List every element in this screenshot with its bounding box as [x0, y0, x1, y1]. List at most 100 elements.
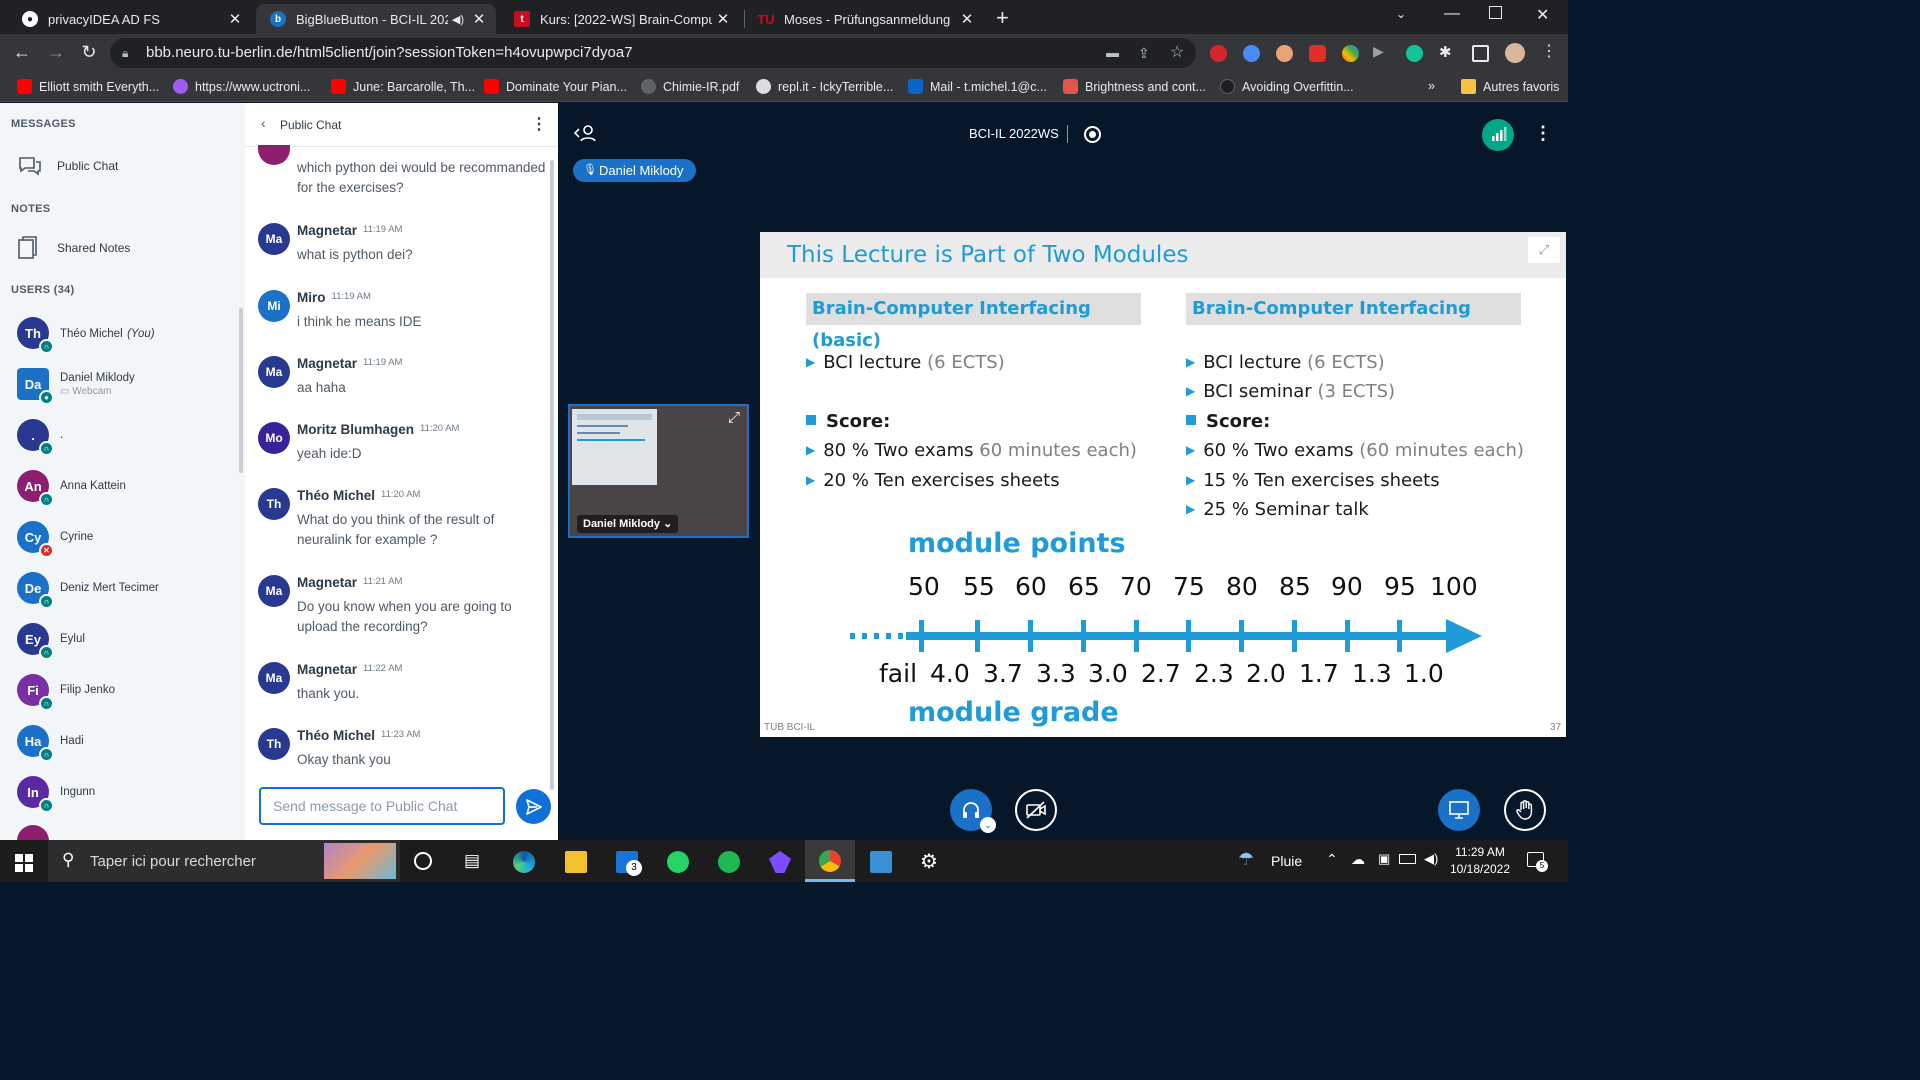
user-list-item[interactable]: In ∩ Ingunn [0, 768, 240, 816]
shared-notes-link[interactable]: Shared Notes [17, 234, 237, 262]
user-list-item[interactable]: De ∩ Deniz Mert Tecimer [0, 564, 240, 612]
tab-moses[interactable]: TU Moses - Prüfungsanmeldung ✕ [744, 4, 984, 34]
browser-menu-icon[interactable]: ⋮ [1541, 41, 1558, 60]
close-tab-icon[interactable]: ✕ [956, 10, 978, 28]
bookmark-item[interactable]: June: Barcarolle, Th... [331, 79, 475, 94]
extensions-puzzle-icon[interactable]: ✱ [1439, 43, 1456, 61]
adblock-icon[interactable] [1210, 45, 1227, 62]
new-tab-button[interactable]: + [996, 5, 1009, 31]
reload-icon[interactable]: ↻ [77, 42, 101, 63]
bookmark-item[interactable]: Avoiding Overfittin... [1220, 79, 1354, 94]
message-time: 11:23 AM [381, 729, 421, 740]
bookmark-item[interactable]: repl.it - IckyTerrible... [756, 79, 893, 94]
audio-headphones-button[interactable]: ⌄ [950, 789, 996, 833]
mail-icon[interactable]: 3 [616, 851, 642, 876]
close-tab-icon[interactable]: ✕ [224, 10, 246, 28]
profile-avatar[interactable] [1505, 43, 1525, 63]
bookmark-item[interactable]: Mail - t.michel.1@c... [908, 79, 1047, 94]
chrome-taskbar-button[interactable] [805, 840, 855, 882]
user-list-item[interactable]: . ∩ . [0, 411, 240, 459]
bookmark-item[interactable]: Brightness and cont... [1063, 79, 1206, 94]
tab-kurs[interactable]: t Kurs: [2022-WS] Brain-Computer ✕ [500, 4, 740, 34]
forward-icon[interactable]: → [44, 42, 68, 63]
webcam-toggle-button[interactable] [1015, 789, 1057, 831]
fullscreen-slide-button[interactable]: ⤢ [1528, 237, 1560, 263]
cortana-icon[interactable] [414, 852, 432, 870]
share-icon[interactable]: ⇪ [1138, 38, 1150, 68]
user-list-item[interactable]: Fi ∩ Filip Jenko [0, 666, 240, 714]
chevron-down-icon[interactable]: ⌄ [980, 817, 996, 833]
back-icon[interactable]: ← [10, 42, 34, 63]
close-window-icon[interactable]: ✕ [1536, 5, 1549, 25]
file-explorer-icon[interactable] [565, 851, 587, 873]
grammarly-icon[interactable] [1406, 45, 1423, 62]
user-list-item[interactable]: Da ● Daniel Miklody ▭ Webcam [0, 360, 240, 408]
send-message-button[interactable] [516, 789, 551, 824]
battery-icon[interactable] [1399, 854, 1416, 864]
edge-icon[interactable] [513, 851, 535, 873]
weather-label[interactable]: Pluie [1271, 853, 1302, 869]
user-list-item[interactable]: Ey ∩ Eylul [0, 615, 240, 663]
tab-bigbluebutton[interactable]: b BigBlueButton - BCI-IL 2022W ◀) ✕ [256, 4, 496, 34]
user-list-item[interactable]: Ha ∩ Hadi [0, 717, 240, 765]
windows-start-icon[interactable] [15, 854, 33, 877]
maximize-icon[interactable] [1489, 6, 1502, 19]
minimize-icon[interactable]: — [1444, 5, 1460, 23]
extension-icon[interactable] [1243, 45, 1260, 62]
fullscreen-icon[interactable]: ⤢ [728, 409, 740, 426]
talking-indicator[interactable]: 🎙︎ Daniel Miklody [573, 159, 696, 182]
chevron-left-icon[interactable]: ‹ [261, 115, 266, 131]
tab-privacyidea[interactable]: ● privacyIDEA AD FS ✕ [8, 4, 252, 34]
recording-indicator-icon[interactable] [1084, 126, 1101, 143]
bullet-item: ▶ 20 % Ten exercises sheets [806, 470, 1060, 491]
task-view-icon[interactable]: ▤ [464, 851, 480, 871]
close-tab-icon[interactable]: ✕ [712, 10, 734, 28]
other-bookmarks-folder[interactable]: Autres favoris [1461, 79, 1559, 94]
users-scrollbar[interactable] [239, 308, 243, 473]
taskbar-search-box[interactable]: ⚲ Taper ici pour rechercher [48, 840, 400, 882]
bookmark-star-icon[interactable]: ☆ [1170, 38, 1184, 68]
chat-message-input[interactable]: Send message to Public Chat [259, 787, 505, 825]
webcam-video[interactable]: ⤢ Daniel Miklody ⌄ [568, 404, 749, 538]
public-chat-link[interactable]: Public Chat [17, 153, 237, 179]
play-extension-icon[interactable]: ▶ [1373, 43, 1390, 60]
user-list-item[interactable]: Cy ✕ Cyrine [0, 513, 240, 561]
spotify-icon[interactable] [718, 851, 740, 873]
address-bar[interactable]: 🔒︎ bbb.neuro.tu-berlin.de/html5client/jo… [110, 38, 1196, 68]
extension-icon[interactable] [1342, 45, 1359, 62]
restore-presentation-button[interactable] [1438, 789, 1480, 831]
user-list-item[interactable]: Th ∩ Théo Michel (You) [0, 309, 240, 357]
more-bookmarks-button[interactable]: » [1428, 79, 1435, 93]
obsidian-icon[interactable] [769, 851, 791, 873]
bookmark-item[interactable]: Chimie-IR.pdf [641, 79, 739, 94]
webcam-user-label[interactable]: Daniel Miklody ⌄ [577, 515, 679, 533]
chat-scrollbar[interactable] [550, 160, 554, 790]
camera-blocked-icon[interactable]: ▬ [1106, 38, 1119, 68]
toggle-userlist-icon[interactable] [573, 123, 597, 148]
extension-icon[interactable] [1276, 45, 1293, 62]
side-panel-icon[interactable] [1472, 45, 1489, 62]
chat-back-button[interactable]: Public Chat [280, 118, 341, 132]
device-icon[interactable]: ▣ [1378, 851, 1390, 867]
tab-search-icon[interactable]: ⌄ [1396, 7, 1406, 21]
clock[interactable]: 11:29 AM 10/18/2022 [1447, 844, 1513, 878]
weather-rain-icon[interactable]: ☂ [1238, 849, 1254, 870]
close-tab-icon[interactable]: ✕ [468, 10, 490, 28]
audio-playing-icon[interactable]: ◀) [452, 13, 464, 26]
bookmark-item[interactable]: Elliott smith Everyth... [17, 79, 159, 94]
whatsapp-icon[interactable] [667, 851, 689, 873]
bookmark-item[interactable]: https://www.uctroni... [173, 79, 310, 94]
settings-gear-icon[interactable]: ⚙ [920, 849, 938, 874]
chat-options-icon[interactable]: ⋮ [531, 114, 547, 134]
chevron-up-icon[interactable]: ⌃ [1326, 851, 1338, 868]
volume-icon[interactable]: ◀) [1424, 851, 1438, 867]
photos-icon[interactable] [870, 851, 892, 873]
raise-hand-button[interactable] [1504, 789, 1546, 831]
options-menu-icon[interactable]: ⋮ [1534, 123, 1552, 144]
bookmark-item[interactable]: Dominate Your Pian... [484, 79, 627, 94]
extension-icon[interactable] [1309, 45, 1326, 62]
connection-status-icon[interactable] [1482, 119, 1514, 151]
user-list-item[interactable]: An ∩ Anna Kattein [0, 462, 240, 510]
onedrive-cloud-icon[interactable]: ☁ [1351, 851, 1365, 868]
notification-center-icon[interactable]: 5 [1527, 852, 1548, 872]
